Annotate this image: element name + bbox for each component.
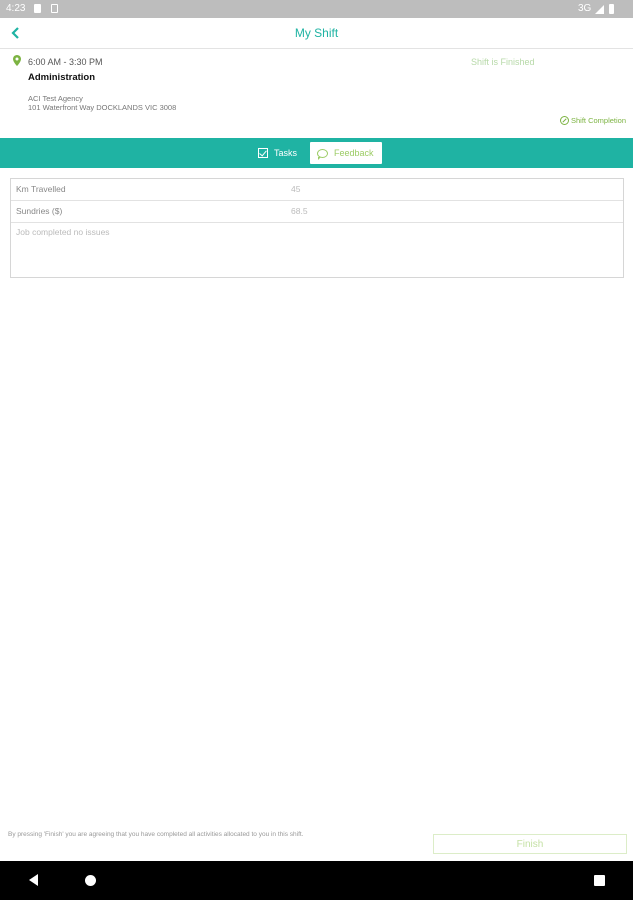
sundries-input[interactable] — [291, 206, 591, 216]
app-header: My Shift — [0, 18, 633, 49]
shift-role: Administration — [28, 72, 96, 83]
system-nav-bar — [0, 861, 633, 900]
km-input[interactable] — [291, 184, 591, 194]
completion-icon — [560, 116, 569, 125]
shift-address: 101 Waterfront Way DOCKLANDS VIC 3008 — [28, 103, 177, 112]
nav-recents-icon[interactable] — [594, 875, 605, 886]
speech-bubble-icon — [317, 148, 328, 160]
tab-tasks[interactable]: Tasks — [251, 142, 304, 164]
shift-status: Shift is Finished — [471, 57, 535, 67]
sd-card-icon — [51, 4, 58, 13]
page-title: My Shift — [294, 26, 339, 40]
comments-field[interactable]: Job completed no issues — [16, 227, 616, 273]
nav-home-icon[interactable] — [85, 875, 96, 886]
feedback-form: Km Travelled Sundries ($) Job completed … — [10, 178, 624, 278]
shift-completion-label: Shift Completion — [571, 116, 627, 125]
agency-name: ACI Test Agency — [28, 94, 83, 103]
tab-bar: Tasks Feedback — [0, 138, 633, 168]
km-row: Km Travelled — [11, 179, 623, 201]
network-type: 3G — [578, 3, 592, 14]
nav-back-icon[interactable] — [29, 874, 38, 886]
shift-completion-link[interactable]: Shift Completion — [560, 116, 626, 125]
status-time: 4:23 — [6, 3, 26, 14]
sundries-label: Sundries ($) — [16, 206, 63, 216]
location-pin-icon — [13, 53, 21, 71]
tab-tasks-label: Tasks — [274, 148, 298, 158]
km-label: Km Travelled — [16, 184, 66, 194]
sundries-row: Sundries ($) — [11, 201, 623, 223]
checkbox-icon — [258, 148, 268, 158]
battery-icon — [609, 4, 614, 14]
notification-icon — [34, 4, 41, 13]
finish-disclaimer: By pressing 'Finish' you are agreeing th… — [8, 831, 304, 838]
shift-time: 6:00 AM - 3:30 PM — [28, 57, 103, 67]
tab-feedback[interactable]: Feedback — [310, 142, 382, 164]
signal-icon — [595, 5, 604, 14]
status-bar: 4:23 3G — [0, 0, 633, 18]
tab-feedback-label: Feedback — [334, 148, 374, 158]
finish-button[interactable]: Finish — [433, 834, 627, 854]
